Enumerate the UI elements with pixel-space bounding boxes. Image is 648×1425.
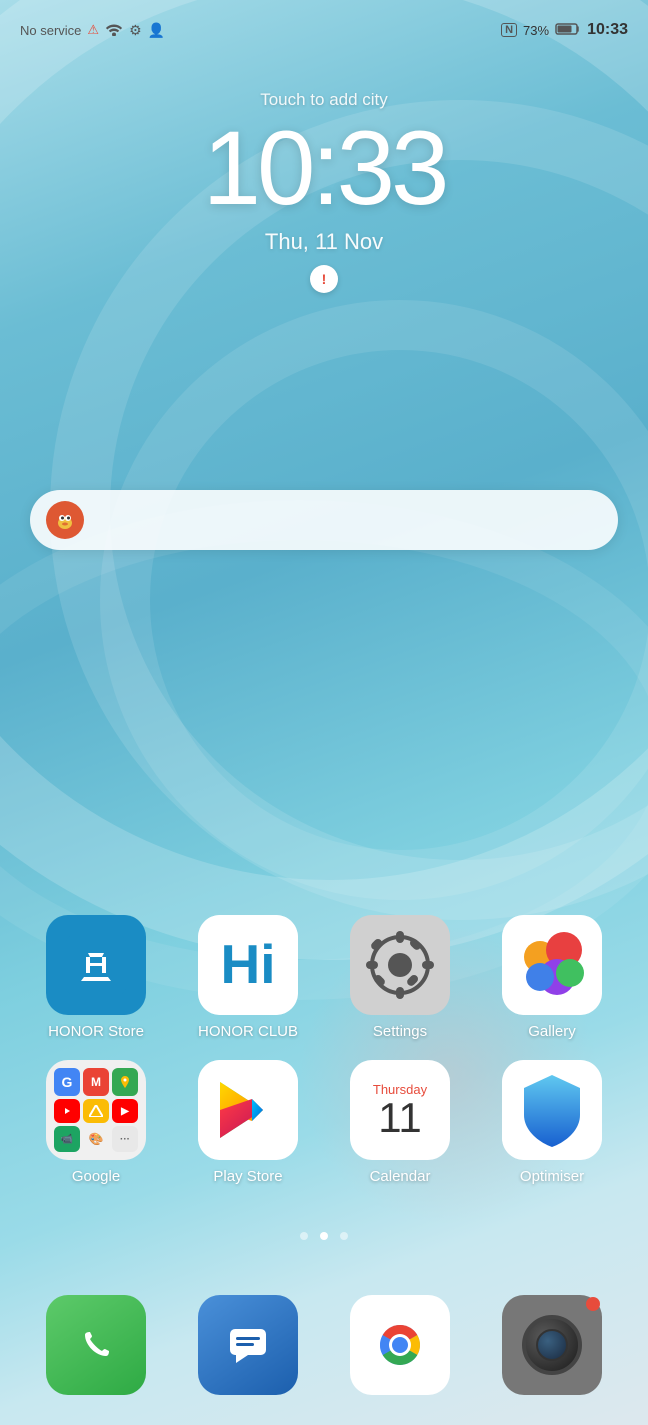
app-honor-club[interactable]: Hi HONOR CLUB <box>183 915 313 1040</box>
honor-club-label: HONOR CLUB <box>198 1023 298 1040</box>
dock-messages[interactable] <box>198 1295 298 1395</box>
user-icon: 👤 <box>148 22 165 39</box>
page-dots <box>0 1232 648 1240</box>
search-bar[interactable] <box>30 490 618 550</box>
warning-icon: ⚠ <box>87 22 99 38</box>
app-row-1: HONOR Store Hi HONOR CLUB <box>20 915 628 1040</box>
calendar-label: Calendar <box>370 1168 431 1185</box>
honor-store-label: HONOR Store <box>48 1023 144 1040</box>
svg-text:Hi: Hi <box>221 933 276 995</box>
optimiser-label: Optimiser <box>520 1168 584 1185</box>
gear-icon: ⚙ <box>129 22 142 39</box>
status-right: N 73% 10:33 <box>501 21 628 39</box>
app-optimiser[interactable]: Optimiser <box>487 1060 617 1185</box>
status-bar: No service ⚠ ⚙ 👤 N 73% 10:33 <box>0 0 648 60</box>
google-label: Google <box>72 1168 120 1185</box>
dock <box>0 1295 648 1395</box>
gallery-label: Gallery <box>528 1023 576 1040</box>
notification-dot[interactable] <box>310 265 338 293</box>
app-gallery[interactable]: Gallery <box>487 915 617 1040</box>
battery-percent: 73% <box>523 23 549 38</box>
clock-display: 10:33 <box>203 116 446 221</box>
camera-red-dot <box>586 1297 600 1311</box>
app-google[interactable]: G M <box>31 1060 161 1185</box>
calendar-day-num: 11 <box>378 1097 422 1139</box>
google-folder-icon: G M <box>46 1060 146 1160</box>
nfc-icon: N <box>501 23 517 37</box>
dock-phone[interactable] <box>46 1295 146 1395</box>
app-grid: HONOR Store Hi HONOR CLUB <box>0 915 648 1205</box>
app-row-2: G M <box>20 1060 628 1185</box>
play-store-icon <box>198 1060 298 1160</box>
app-play-store[interactable]: Play Store <box>183 1060 313 1185</box>
battery-icon <box>555 22 581 39</box>
duckduckgo-icon <box>46 501 84 539</box>
honor-store-icon <box>46 915 146 1015</box>
page-dot-1[interactable] <box>300 1232 308 1240</box>
dock-chrome[interactable] <box>350 1295 450 1395</box>
settings-label: Settings <box>373 1023 427 1040</box>
camera-lens-icon <box>522 1315 582 1375</box>
app-honor-store[interactable]: HONOR Store <box>31 915 161 1040</box>
dock-camera[interactable] <box>502 1295 602 1395</box>
page-dot-3[interactable] <box>340 1232 348 1240</box>
no-service-text: No service <box>20 23 81 38</box>
settings-icon <box>350 915 450 1015</box>
honor-club-icon: Hi <box>198 915 298 1015</box>
wifi-icon <box>105 22 123 39</box>
status-left: No service ⚠ ⚙ 👤 <box>20 22 165 39</box>
weather-prompt[interactable]: Touch to add city <box>260 90 388 110</box>
clock-area: Touch to add city 10:33 Thu, 11 Nov <box>0 90 648 293</box>
clock-status: 10:33 <box>587 21 628 39</box>
gallery-icon <box>502 915 602 1015</box>
calendar-icon: Thursday 11 <box>350 1060 450 1160</box>
app-calendar[interactable]: Thursday 11 Calendar <box>335 1060 465 1185</box>
optimiser-icon <box>502 1060 602 1160</box>
clock-date: Thu, 11 Nov <box>265 229 383 255</box>
app-settings[interactable]: Settings <box>335 915 465 1040</box>
page-dot-2[interactable] <box>320 1232 328 1240</box>
play-store-label: Play Store <box>213 1168 282 1185</box>
